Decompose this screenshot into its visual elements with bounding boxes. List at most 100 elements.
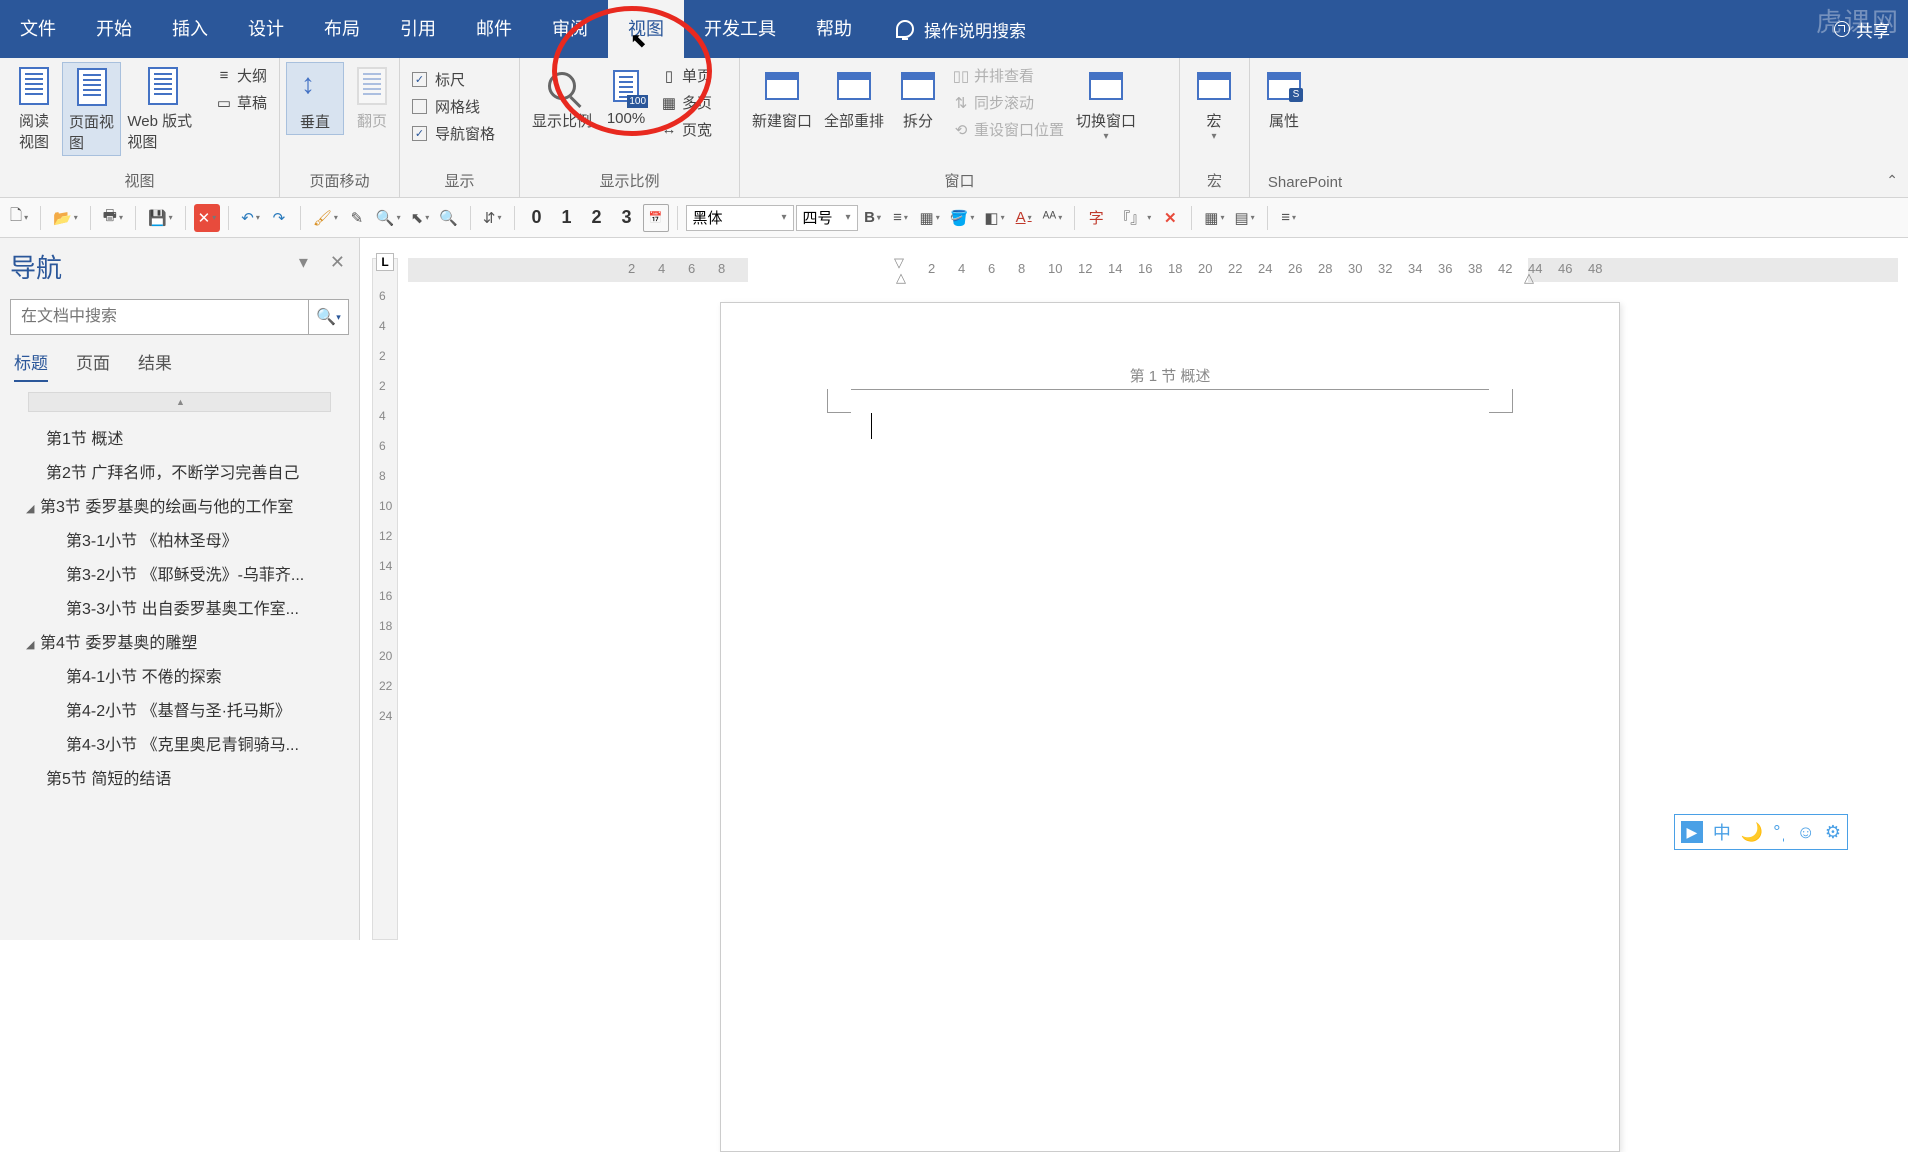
page-width-button[interactable]: ↔页宽 [654,116,718,143]
qat-font-color-button[interactable]: A▾ [1011,204,1037,232]
toc-item[interactable]: 第5节 简短的结语 [10,760,349,794]
draft-button[interactable]: ▭草稿 [209,89,273,116]
new-window-button[interactable]: 新建窗口 [746,62,818,133]
tab-mailings[interactable]: 邮件 [456,0,532,58]
gridlines-checkbox[interactable]: 网格线 [406,93,501,120]
tab-insert[interactable]: 插入 [152,0,228,58]
split-button[interactable]: 拆分 [890,62,946,133]
horizontal-ruler[interactable]: ▽ △ △ 8642246810121416182022242628303234… [408,258,1898,282]
collapse-ribbon-button[interactable]: ⌃ [1886,172,1898,189]
qat-ruby-button[interactable]: 字 [1083,204,1109,232]
web-layout-button[interactable]: Web 版式视图 [121,62,205,154]
nav-jump-top[interactable] [28,392,331,412]
nav-close-button[interactable]: ✕ [330,252,345,273]
qat-shading-button[interactable]: 🪣▾ [946,204,979,232]
tab-developer[interactable]: 开发工具 [684,0,796,58]
qat-text-effect-button[interactable]: ᴬᴬ▾ [1039,204,1067,232]
toc-item[interactable]: 第3-2小节 《耶稣受洗》-乌菲齐... [10,556,349,590]
tab-view[interactable]: 视图 [608,0,684,58]
nav-search-button[interactable]: 🔍▾ [308,300,348,334]
toc-item[interactable]: 第3-1小节 《柏林圣母》 [10,522,349,556]
ribbon-group-view-label: 视图 [0,166,279,197]
qat-delete-button[interactable]: ✕ [1157,204,1183,232]
qat-insert-table-button[interactable]: ▦▾ [1200,204,1228,232]
tell-me-search[interactable]: 操作说明搜索 [896,17,1026,42]
qat-heading-3[interactable]: 3 [613,204,641,232]
tab-review[interactable]: 审阅 [532,0,608,58]
nav-search-input[interactable] [11,300,308,334]
qat-brackets-button[interactable]: 『』▾ [1111,204,1155,232]
qat-format-painter-button[interactable]: 🖌▾ [309,204,342,232]
vertical-button[interactable]: 垂直 [286,62,344,135]
qat-clear-format-button[interactable]: ◧▾ [980,204,1008,232]
vertical-ruler[interactable]: L 64224681012141618202224 [372,258,398,940]
qat-new-button[interactable]: 🗋▾ [6,204,32,232]
qat-close-button[interactable]: ✕▾ [194,204,221,232]
qat-highlight-button[interactable]: ✎ [344,204,370,232]
ime-settings-icon[interactable]: ⚙ [1825,822,1841,843]
tab-selector[interactable]: L [376,253,394,271]
toc-item[interactable]: ◢第3节 委罗基奥的绘画与他的工作室 [10,488,349,522]
qat-linespacing-button[interactable]: ⇵▾ [479,204,506,232]
multi-page-button[interactable]: ▦多页 [654,89,718,116]
toc-item[interactable]: 第1节 概述 [10,420,349,454]
nav-dropdown-button[interactable]: ▾ [299,252,308,273]
read-mode-button[interactable]: 阅读 视图 [6,62,62,154]
toc-item[interactable]: 第3-3小节 出自委罗基奥工作室... [10,590,349,624]
tab-home[interactable]: 开始 [76,0,152,58]
macros-button[interactable]: 宏▾ [1186,62,1242,144]
toc-item[interactable]: 第2节 广拜名师，不断学习完善自己 [10,454,349,488]
qat-undo-button[interactable]: ↶▾ [237,204,264,232]
toc-item[interactable]: 第4-1小节 不倦的探索 [10,658,349,692]
qat-bold-button[interactable]: B▾ [860,204,886,232]
tab-layout[interactable]: 布局 [304,0,380,58]
qat-heading-2[interactable]: 2 [583,204,611,232]
qat-select-button[interactable]: ⬉▾ [407,204,434,232]
document-page[interactable]: 第 1 节 概述 [720,302,1620,1152]
nav-tab-results[interactable]: 结果 [138,349,172,382]
nav-tab-pages[interactable]: 页面 [76,349,110,382]
ime-mode[interactable]: 中 [1713,819,1731,845]
qat-find-button[interactable]: 🔍▾ [372,204,405,232]
ribbon-group-zoom-label: 显示比例 [520,166,739,197]
tab-design[interactable]: 设计 [228,0,304,58]
tab-help[interactable]: 帮助 [796,0,872,58]
nav-search-box[interactable]: 🔍▾ [10,299,349,335]
qat-insert-rows-button[interactable]: ▤▾ [1230,204,1258,232]
print-layout-button[interactable]: 页面视图 [62,62,121,156]
qat-borders-button[interactable]: ▦▾ [916,204,944,232]
nav-tab-headings[interactable]: 标题 [14,349,48,382]
qat-heading-1[interactable]: 1 [553,204,581,232]
tab-file[interactable]: 文件 [0,0,76,58]
toc-item[interactable]: 第4-3小节 《克里奥尼青铜骑马... [10,726,349,760]
qat-print-button[interactable]: 🖶▾ [99,204,127,232]
qat-save-button[interactable]: 💾▾ [144,204,177,232]
ime-punct-icon[interactable]: °ˌ [1773,822,1786,843]
ime-toolbar[interactable]: ▶ 中 🌙 °ˌ ☺ ⚙ [1674,814,1848,850]
qat-open-button[interactable]: 📂▾ [49,204,82,232]
font-family-select[interactable]: 黑体▾ [686,205,794,231]
qat-zoom-button[interactable]: 🔍 [435,204,462,232]
zoom-button[interactable]: 显示比例 [526,62,598,133]
font-size-select[interactable]: 四号▾ [796,205,858,231]
toc-item[interactable]: ◢第4节 委罗基奥的雕塑 [10,624,349,658]
ruler-checkbox[interactable]: ✓标尺 [406,66,501,93]
menu-bar: 文件 开始 插入 设计 布局 引用 邮件 审阅 视图 开发工具 帮助 操作说明搜… [0,0,1908,58]
zoom-100-button[interactable]: 100100% [598,62,654,129]
switch-windows-button[interactable]: 切换窗口▾ [1070,62,1142,144]
properties-button[interactable]: S属性 [1256,62,1312,133]
ime-emoji-icon[interactable]: ☺ [1796,822,1814,843]
zoom-label: 显示比例 [532,110,592,131]
qat-redo-button[interactable]: ↷ [266,204,292,232]
qat-date-button[interactable]: 📅 [643,204,669,232]
tab-references[interactable]: 引用 [380,0,456,58]
arrange-all-button[interactable]: 全部重排 [818,62,890,133]
toc-item[interactable]: 第4-2小节 《基督与圣·托马斯》 [10,692,349,726]
qat-heading-0[interactable]: 0 [523,204,551,232]
qat-align-button[interactable]: ≡▾ [888,204,914,232]
one-page-button[interactable]: ▯单页 [654,62,718,89]
qat-more-button[interactable]: ≡▾ [1276,204,1302,232]
ime-moon-icon[interactable]: 🌙 [1741,822,1763,843]
navpane-checkbox[interactable]: ✓导航窗格 [406,120,501,147]
outline-button[interactable]: ≡大纲 [209,62,273,89]
